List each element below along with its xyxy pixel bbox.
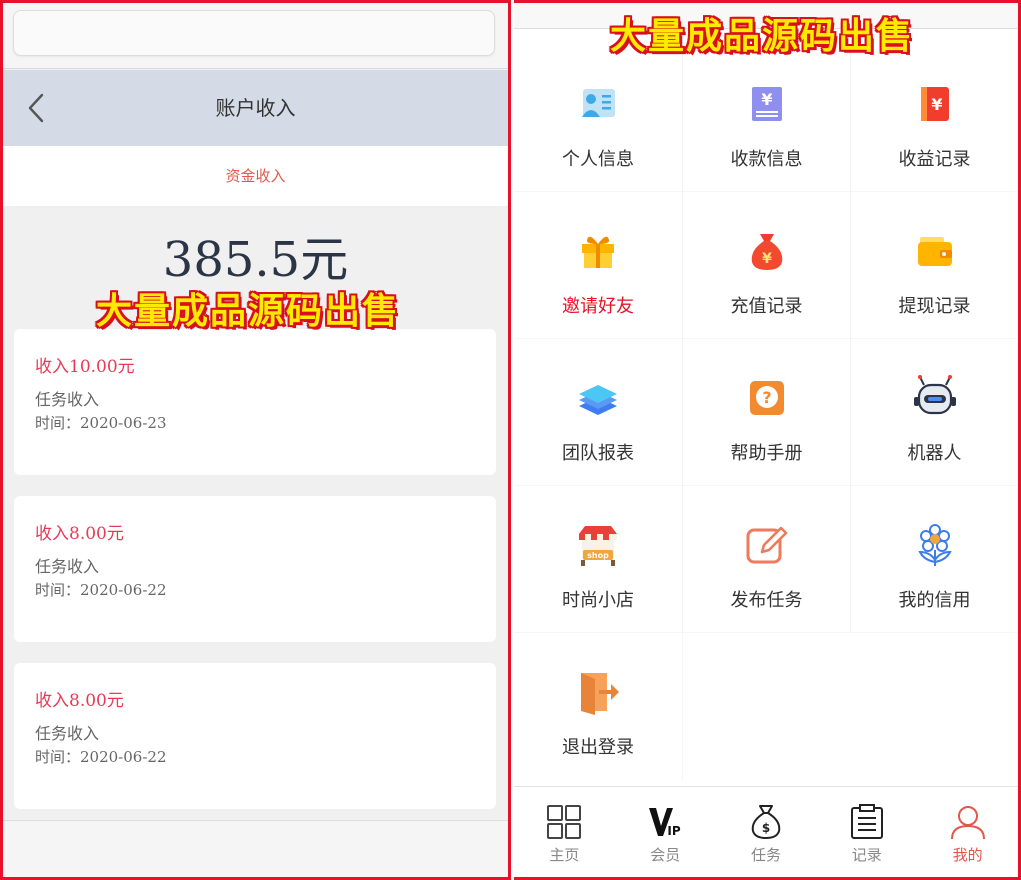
svg-text:¥: ¥ <box>931 95 942 114</box>
record-time: 时间：2020-06-23 <box>35 414 167 432</box>
account-income-screen: 账户收入 资金收入 385.5元 收入10.00元 任务收入 时间：2020-0… <box>3 3 508 877</box>
back-button[interactable] <box>21 92 51 124</box>
receipt-icon: ¥ <box>751 87 782 121</box>
my-center-screen: 个人信息 ¥ 收款信息 ¥ 收益记录 邀请好友 ¥ 充值记录 提现记录 团队报表… <box>514 3 1018 877</box>
menu-label: 我的信用 <box>898 590 971 611</box>
svg-text:?: ? <box>762 388 771 407</box>
menu-label: 提现记录 <box>898 296 971 317</box>
tab-label: 会员 <box>650 846 681 864</box>
menu-label: 团队报表 <box>562 443 634 464</box>
tab-label: 任务 <box>750 846 781 864</box>
exit-icon <box>581 673 619 715</box>
money-bag-outline-icon: $ <box>751 805 781 840</box>
subtab-bar: 资金收入 <box>3 146 508 206</box>
money-bag-icon: ¥ <box>751 234 782 270</box>
empty-grid-area <box>683 633 1018 781</box>
menu-label: 收款信息 <box>730 149 803 170</box>
menu-logout[interactable]: 退出登录 <box>514 633 682 781</box>
browser-bottom-bar <box>3 820 508 877</box>
chevron-left-icon <box>28 93 44 123</box>
user-icon <box>950 806 985 840</box>
vip-icon: IP <box>649 808 681 838</box>
menu-label: 收益记录 <box>898 149 971 170</box>
shop-icon-text: shop <box>587 551 609 560</box>
gift-icon <box>582 236 614 268</box>
watermark-right: 大量成品源码出售 <box>610 16 915 57</box>
tab-fund-income[interactable]: 资金收入 <box>3 146 508 206</box>
menu-label: 帮助手册 <box>730 443 803 464</box>
menu-label: 邀请好友 <box>562 296 634 317</box>
nav-header: 账户收入 <box>3 70 508 146</box>
menu-earnings-record[interactable]: ¥ 收益记录 <box>850 45 1018 191</box>
tab-member[interactable]: IP 会员 <box>615 787 716 877</box>
menu-team-report[interactable]: 团队报表 <box>514 339 682 485</box>
red-envelope-icon: ¥ <box>920 87 949 121</box>
menu-withdraw-record[interactable]: 提现记录 <box>850 192 1018 338</box>
menu-my-credit[interactable]: 我的信用 <box>850 486 1018 632</box>
menu-label: 时尚小店 <box>562 590 634 611</box>
menu-grid: 个人信息 ¥ 收款信息 ¥ 收益记录 邀请好友 ¥ 充值记录 提现记录 团队报表… <box>514 45 1018 781</box>
record-amount: 收入8.00元 <box>35 691 124 711</box>
page-title: 账户收入 <box>215 96 296 120</box>
menu-label: 退出登录 <box>562 737 634 758</box>
income-record-card[interactable]: 收入8.00元 任务收入 时间：2020-06-22 <box>14 663 496 809</box>
menu-label: 个人信息 <box>562 149 634 170</box>
tab-label: 记录 <box>851 846 882 864</box>
record-amount: 收入10.00元 <box>35 357 135 377</box>
income-record-card[interactable]: 收入8.00元 任务收入 时间：2020-06-22 <box>14 496 496 642</box>
panel-divider-gap <box>511 0 514 880</box>
menu-help-manual[interactable]: ? 帮助手册 <box>682 339 850 485</box>
record-time: 时间：2020-06-22 <box>35 748 167 766</box>
income-record-card[interactable]: 收入10.00元 任务收入 时间：2020-06-23 <box>14 329 496 475</box>
record-amount: 收入8.00元 <box>35 524 124 544</box>
tab-home[interactable]: 主页 <box>514 787 615 877</box>
menu-personal-info[interactable]: 个人信息 <box>514 45 682 191</box>
menu-invite-friends[interactable]: 邀请好友 <box>514 192 682 338</box>
record-time: 时间：2020-06-22 <box>35 581 167 599</box>
record-type: 任务收入 <box>35 557 100 576</box>
svg-text:$: $ <box>762 821 770 835</box>
menu-fashion-shop[interactable]: shop 时尚小店 <box>514 486 682 632</box>
clipboard-icon <box>850 804 883 839</box>
menu-recharge-record[interactable]: ¥ 充值记录 <box>682 192 850 338</box>
address-bar[interactable] <box>13 10 495 56</box>
menu-payment-info[interactable]: ¥ 收款信息 <box>682 45 850 191</box>
menu-label: 机器人 <box>907 443 962 464</box>
svg-text:¥: ¥ <box>761 90 772 109</box>
robot-icon <box>913 375 956 415</box>
grid-icon <box>547 805 582 839</box>
svg-text:¥: ¥ <box>762 251 772 267</box>
record-type: 任务收入 <box>35 724 100 743</box>
menu-publish-task[interactable]: 发布任务 <box>682 486 850 632</box>
shop-icon: shop <box>579 526 617 566</box>
bottom-tab-bar: 主页 IP 会员 $ 任务 记录 我的 <box>514 786 1018 877</box>
tab-label: 我的 <box>952 846 983 864</box>
tab-label: 主页 <box>549 846 580 864</box>
menu-label: 发布任务 <box>730 590 803 611</box>
flower-icon <box>917 524 952 566</box>
browser-bar <box>3 3 508 69</box>
record-type: 任务收入 <box>35 390 100 409</box>
layers-icon <box>579 385 617 415</box>
wallet-icon <box>917 237 952 266</box>
tab-task[interactable]: $ 任务 <box>716 787 817 877</box>
edit-icon <box>746 526 787 564</box>
tab-records[interactable]: 记录 <box>816 787 917 877</box>
menu-label: 充值记录 <box>730 296 803 317</box>
menu-robot[interactable]: 机器人 <box>850 339 1018 485</box>
id-card-icon <box>582 89 615 117</box>
watermark-left: 大量成品源码出售 <box>96 291 401 332</box>
help-icon: ? <box>749 381 784 415</box>
vip-icon-text: IP <box>668 824 681 838</box>
tab-mine[interactable]: 我的 <box>917 787 1018 877</box>
